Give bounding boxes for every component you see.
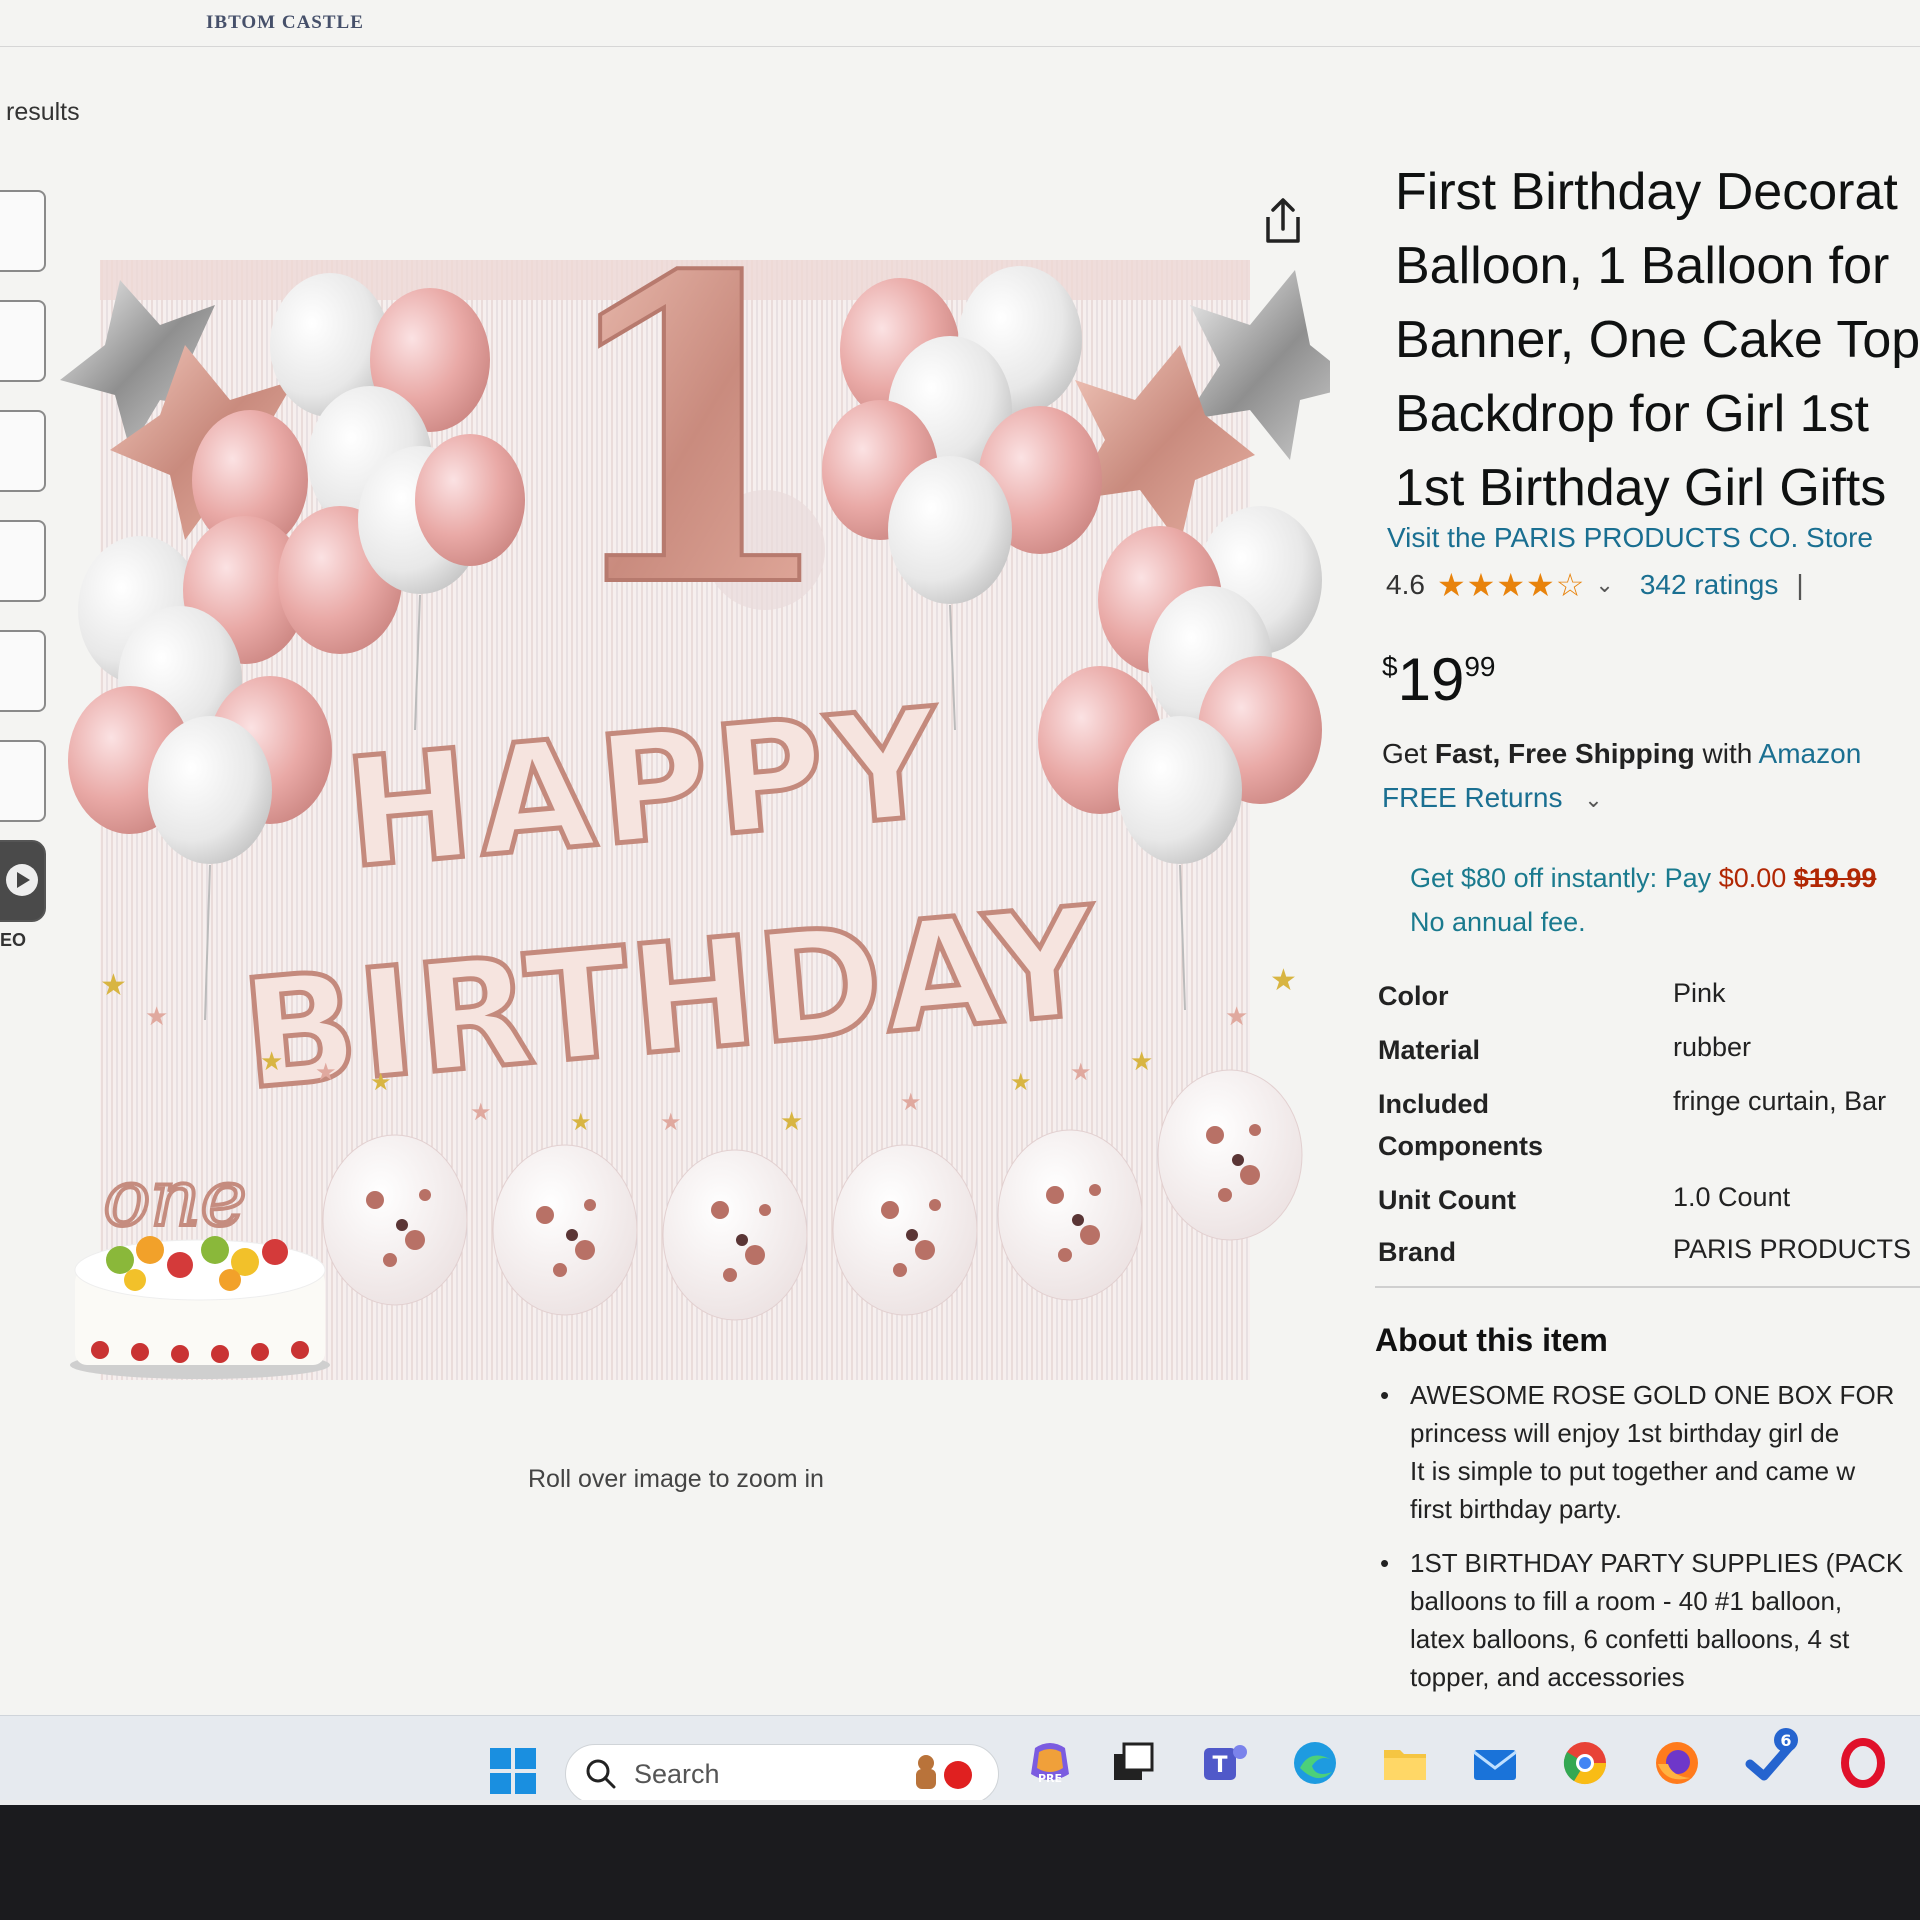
shipping-get: Get bbox=[1382, 738, 1428, 769]
title-line: Backdrop for Girl 1st bbox=[1395, 385, 1869, 443]
search-placeholder: Search bbox=[634, 1759, 720, 1789]
svg-text:★: ★ bbox=[315, 1059, 337, 1086]
title-line: 1st Birthday Girl Gifts bbox=[1395, 459, 1887, 517]
free-returns-label: FREE Returns bbox=[1382, 782, 1563, 813]
header-brand[interactable]: IBTOM CASTLE bbox=[206, 12, 364, 34]
svg-text:★: ★ bbox=[900, 1089, 922, 1116]
windows-start-icon[interactable] bbox=[488, 1746, 538, 1796]
spec-value: Pink bbox=[1673, 978, 1726, 1008]
copilot-icon[interactable]: PRE bbox=[1025, 1738, 1075, 1788]
spec-key: Color bbox=[1378, 981, 1449, 1011]
gingerbread-icon[interactable] bbox=[906, 1751, 986, 1797]
monitor-bezel bbox=[0, 1805, 1920, 1920]
title-line: Banner, One Cake Top bbox=[1395, 311, 1920, 369]
zoom-hint: Roll over image to zoom in bbox=[528, 1465, 824, 1493]
offer-line-1: Get $80 off instantly: Pay $0.00 $19.99 bbox=[1410, 856, 1876, 900]
chrome-icon[interactable] bbox=[1560, 1738, 1610, 1788]
spec-value: rubber bbox=[1673, 1032, 1752, 1062]
svg-text:★: ★ bbox=[145, 1001, 168, 1031]
number-one-balloon: 1 bbox=[549, 250, 841, 680]
bullet-line: AWESOME ROSE GOLD ONE BOX FOR bbox=[1410, 1380, 1895, 1410]
price-currency: $ bbox=[1382, 651, 1398, 682]
chevron-down-icon: ⌄ bbox=[1584, 787, 1603, 812]
rating-value: 4.6 bbox=[1386, 569, 1425, 600]
firefox-icon[interactable] bbox=[1652, 1738, 1702, 1788]
product-image[interactable]: 1 HAPPY BIRTHDAY ★ ★ ★ ★ ★ ★ ★ ★ ★ ★ ★ ★… bbox=[30, 250, 1330, 1380]
svg-text:★: ★ bbox=[260, 1046, 283, 1076]
rating-row: 4.6 ★★★★☆ ⌄ 342 ratings | bbox=[1386, 566, 1804, 604]
svg-text:★: ★ bbox=[1130, 1046, 1153, 1076]
svg-text:★: ★ bbox=[780, 1106, 803, 1136]
svg-text:★: ★ bbox=[100, 969, 127, 1002]
spec-value: 1.0 Count bbox=[1673, 1182, 1791, 1212]
mail-icon[interactable] bbox=[1470, 1738, 1520, 1788]
browser-viewport: IBTOM CASTLE results EO 1 HAPPY BIRTHDAY… bbox=[0, 0, 1920, 1800]
share-icon[interactable] bbox=[1260, 195, 1306, 247]
svg-text:★: ★ bbox=[1070, 1059, 1092, 1086]
taskbar-search[interactable]: Search bbox=[565, 1744, 999, 1800]
bullet-line: latex balloons, 6 confetti balloons, 4 s… bbox=[1410, 1624, 1850, 1654]
edge-icon[interactable] bbox=[1290, 1738, 1340, 1788]
chevron-down-icon[interactable]: ⌄ bbox=[1595, 572, 1613, 598]
bullet-dot: • bbox=[1380, 1548, 1390, 1578]
title-line: First Birthday Decorat bbox=[1395, 163, 1898, 221]
teams-letter: T bbox=[1212, 1753, 1227, 1778]
opera-icon[interactable] bbox=[1838, 1738, 1888, 1788]
shipping-with: with bbox=[1702, 738, 1753, 769]
card-offer[interactable]: Get $80 off instantly: Pay $0.00 $19.99 … bbox=[1410, 856, 1876, 944]
taskbar: Search PRE T 6 bbox=[0, 1715, 1920, 1800]
price-whole: 19 bbox=[1397, 646, 1465, 713]
spec-key: Brand bbox=[1378, 1237, 1457, 1267]
cake-topper-text: one bbox=[103, 1154, 246, 1244]
spec-key: Material bbox=[1378, 1035, 1481, 1065]
bullet-dot: • bbox=[1380, 1380, 1390, 1410]
svg-text:★: ★ bbox=[1010, 1069, 1032, 1096]
price: $1999 bbox=[1382, 645, 1495, 714]
shipping-fast-free: Fast, Free Shipping bbox=[1434, 738, 1695, 769]
svg-text:★: ★ bbox=[470, 1099, 492, 1126]
svg-text:★: ★ bbox=[370, 1069, 392, 1096]
ratings-count-link[interactable]: 342 ratings bbox=[1640, 569, 1779, 601]
offer-text: Get $80 off instantly: Pay bbox=[1410, 863, 1712, 893]
offer-line-2: No annual fee. bbox=[1410, 907, 1586, 937]
offer-pay-amount: $0.00 bbox=[1718, 863, 1787, 893]
bullet-line: princess will enjoy 1st birthday girl de bbox=[1410, 1418, 1840, 1448]
ratings-separator: | bbox=[1796, 569, 1804, 600]
todo-badge: 6 bbox=[1780, 1731, 1791, 1750]
search-icon bbox=[586, 1759, 616, 1789]
copilot-badge: PRE bbox=[1038, 1772, 1062, 1785]
product-info: First Birthday Decorat Balloon, 1 Balloo… bbox=[1370, 0, 1920, 1740]
title-line: Balloon, 1 Balloon for bbox=[1395, 237, 1890, 295]
svg-text:★: ★ bbox=[1225, 1001, 1248, 1031]
star-rating-icon[interactable]: ★★★★☆ bbox=[1437, 566, 1585, 604]
svg-text:★: ★ bbox=[660, 1109, 682, 1136]
video-label: EO bbox=[0, 930, 27, 950]
spec-value: fringe curtain, Bar bbox=[1673, 1086, 1887, 1116]
bullet-line: 1ST BIRTHDAY PARTY SUPPLIES (PACK bbox=[1410, 1548, 1904, 1578]
svg-text:★: ★ bbox=[1270, 964, 1297, 997]
section-divider bbox=[1375, 1286, 1920, 1288]
shipping-line: Get Fast, Free Shipping with Amazon bbox=[1382, 738, 1861, 770]
svg-text:★: ★ bbox=[570, 1109, 592, 1136]
results-breadcrumb[interactable]: results bbox=[6, 98, 80, 127]
task-view-icon[interactable] bbox=[1108, 1738, 1158, 1788]
teams-icon[interactable]: T bbox=[1200, 1738, 1250, 1788]
spec-key: Unit Count bbox=[1378, 1185, 1516, 1215]
bullet-line: first birthday party. bbox=[1410, 1494, 1622, 1524]
todo-icon[interactable]: 6 bbox=[1742, 1726, 1802, 1788]
free-returns-link[interactable]: FREE Returns ⌄ bbox=[1382, 782, 1603, 814]
bullet-line: balloons to fill a room - 40 #1 balloon, bbox=[1410, 1586, 1843, 1616]
product-title: First Birthday Decorat Balloon, 1 Balloo… bbox=[1395, 155, 1920, 525]
spec-value: PARIS PRODUCTS bbox=[1673, 1234, 1912, 1264]
bullet-line: It is simple to put together and came w bbox=[1410, 1456, 1856, 1486]
file-explorer-icon[interactable] bbox=[1380, 1738, 1430, 1788]
price-fraction: 99 bbox=[1464, 651, 1496, 682]
about-heading: About this item bbox=[1375, 1322, 1608, 1358]
spec-key: Included Components bbox=[1378, 1089, 1543, 1161]
store-link[interactable]: Visit the PARIS PRODUCTS CO. Store bbox=[1387, 522, 1873, 554]
amazon-link[interactable]: Amazon bbox=[1759, 738, 1862, 769]
bullet-line: topper, and accessories bbox=[1410, 1662, 1685, 1692]
offer-original-price: $19.99 bbox=[1793, 863, 1877, 893]
